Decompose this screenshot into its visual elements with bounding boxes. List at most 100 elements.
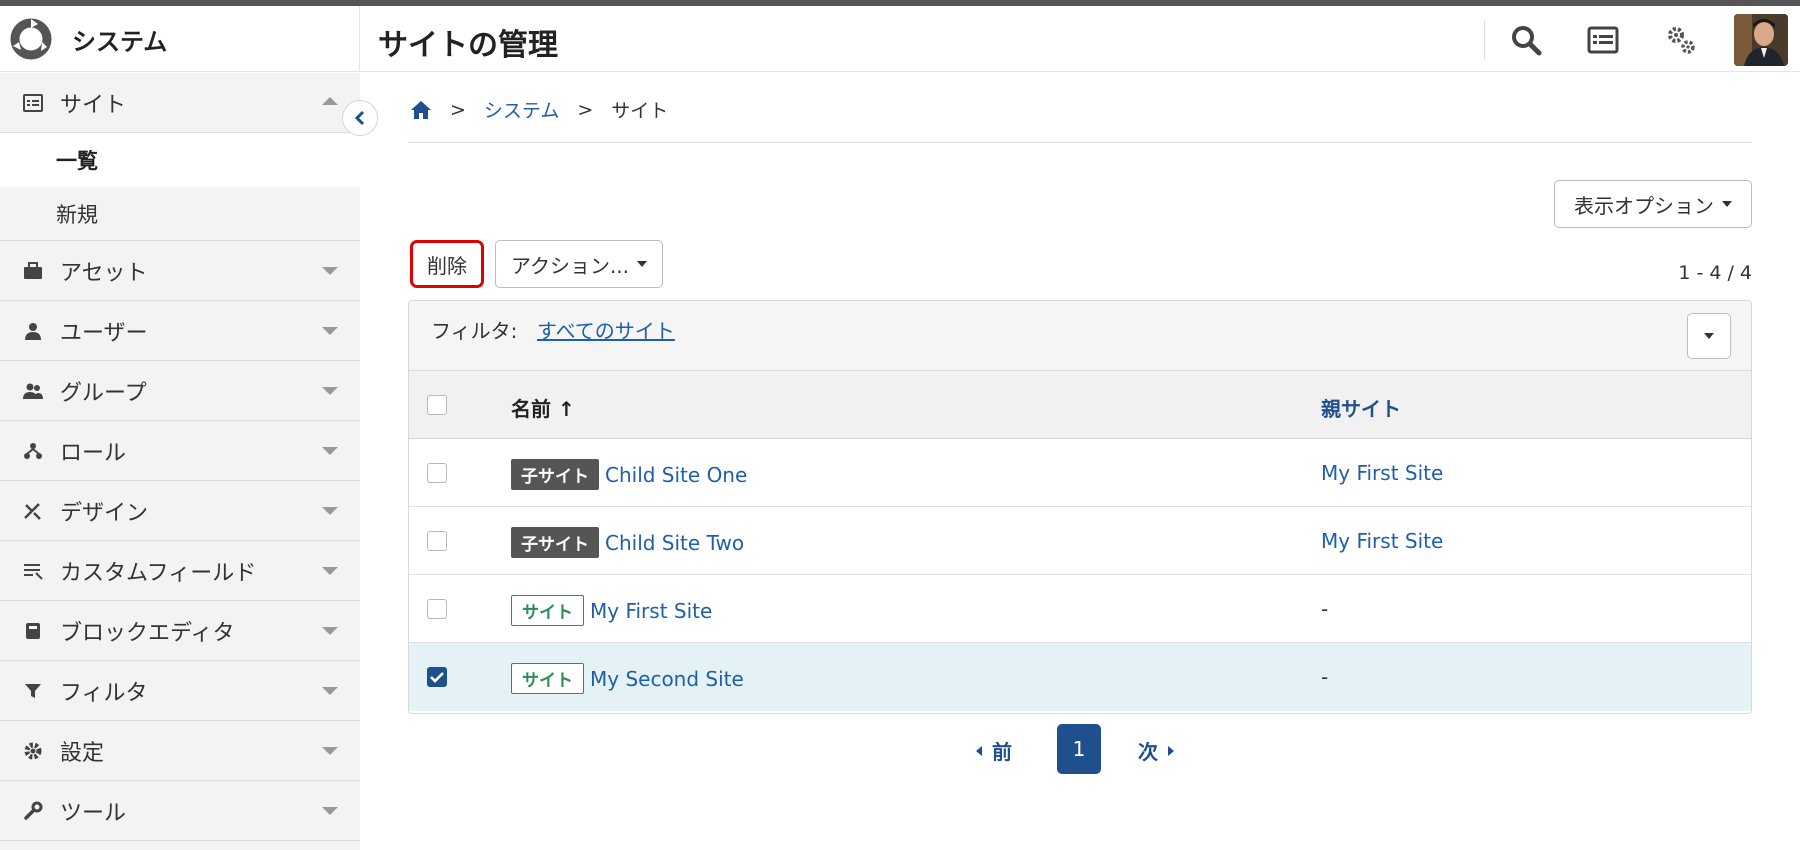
chevron-down-icon (322, 507, 338, 515)
sidebar-item-roles[interactable]: ロール (0, 421, 360, 481)
avatar-image (1734, 14, 1788, 66)
row-checkbox[interactable] (427, 531, 447, 551)
column-header-parent-site[interactable]: 親サイト (1321, 393, 1401, 422)
table-row: 子サイト Child Site Two My First Site (409, 507, 1751, 575)
result-count: 1 - 4 / 4 (1678, 262, 1752, 284)
type-badge: サイト (511, 595, 584, 626)
sidebar-item-label: グループ (60, 380, 147, 406)
chevron-down-icon (322, 447, 338, 455)
breadcrumb-divider (408, 142, 1752, 143)
table-row: サイト My First Site - (409, 575, 1751, 643)
block-editor-icon (22, 620, 44, 642)
settings-button[interactable] (1663, 22, 1699, 58)
site-name-link[interactable]: My First Site (590, 599, 712, 623)
table-row: 子サイト Child Site One My First Site (409, 439, 1751, 507)
sidebar-item-design[interactable]: デザイン (0, 481, 360, 541)
sidebar-item-site[interactable]: サイト (0, 73, 360, 133)
sidebar-item-block-editor[interactable]: ブロックエディタ (0, 601, 360, 661)
row-checkbox[interactable] (427, 463, 447, 483)
row-checkbox[interactable] (427, 667, 447, 687)
brand[interactable]: システム (0, 6, 360, 72)
app-name: システム (72, 27, 168, 56)
display-options-button[interactable]: 表示オプション (1554, 180, 1752, 228)
filter-bar: フィルタ: すべてのサイト (409, 301, 1751, 371)
chevron-down-icon (322, 267, 338, 275)
checkmark-icon (430, 672, 444, 683)
sidebar-item-label: ロール (60, 440, 127, 466)
parent-site-value: - (1321, 597, 1329, 621)
caret-left-icon (976, 745, 982, 756)
caret-down-icon (637, 261, 648, 267)
sidebar-item-label: アセット (60, 260, 148, 286)
row-checkbox[interactable] (427, 599, 447, 619)
sites-table: フィルタ: すべてのサイト 名前 ↑ 親サイト 子サイト Child Site … (408, 300, 1752, 714)
chevron-down-icon (322, 327, 338, 335)
site-name-link[interactable]: Child Site One (605, 463, 747, 487)
sidebar-item-label: カスタムフィールド (60, 560, 257, 586)
filter-icon (22, 680, 44, 702)
prev-page-button[interactable]: 前 (976, 736, 1012, 765)
breadcrumb-separator: > (450, 98, 466, 121)
user-icon (22, 320, 44, 342)
filter-value-link[interactable]: すべてのサイト (537, 315, 675, 344)
chevron-down-icon (322, 387, 338, 395)
chevron-down-icon (322, 567, 338, 575)
sidebar-item-label: フィルタ (60, 680, 148, 706)
chevron-left-icon (354, 110, 365, 126)
search-icon (1512, 26, 1542, 56)
type-badge: 子サイト (511, 527, 599, 558)
sidebar-item-label: ユーザー (60, 320, 148, 346)
home-icon[interactable] (410, 100, 432, 120)
custom-field-icon (22, 560, 44, 582)
chevron-down-icon (322, 687, 338, 695)
select-all-checkbox[interactable] (427, 395, 447, 415)
next-page-button[interactable]: 次 (1138, 736, 1174, 765)
gears-icon (1668, 27, 1695, 54)
pagination: 前 1 次 (0, 724, 1800, 776)
breadcrumb-system-link[interactable]: システム (484, 96, 559, 123)
page-title: サイトの管理 (378, 28, 558, 63)
site-name-link[interactable]: Child Site Two (605, 531, 744, 555)
parent-site-value: - (1321, 665, 1329, 689)
breadcrumb-separator: > (577, 98, 594, 121)
sidebar-item-label: サイト (60, 92, 127, 118)
site-list-button[interactable] (1585, 22, 1621, 58)
chevron-down-icon (322, 627, 338, 635)
column-header-name[interactable]: 名前 ↑ (511, 393, 575, 422)
site-name-link[interactable]: My Second Site (590, 667, 744, 691)
actions-label: アクション... (510, 253, 630, 278)
caret-down-icon (1704, 333, 1714, 339)
type-badge: 子サイト (511, 459, 599, 490)
breadcrumb: > システム > サイト (410, 96, 668, 123)
header-divider (1484, 20, 1485, 60)
user-avatar[interactable] (1734, 14, 1788, 66)
parent-site-link[interactable]: My First Site (1321, 461, 1443, 485)
sidebar-subitem-list[interactable]: 一覧 (0, 133, 360, 187)
actions-dropdown[interactable]: アクション... (495, 240, 663, 288)
sidebar-collapse-button[interactable] (342, 100, 378, 136)
filter-dropdown-button[interactable] (1687, 313, 1731, 359)
chevron-down-icon (322, 807, 338, 815)
breadcrumb-current: サイト (611, 100, 669, 122)
app-logo-icon (10, 18, 52, 60)
wrench-icon (22, 800, 44, 822)
sidebar-item-tools[interactable]: ツール (0, 781, 360, 841)
sidebar-item-groups[interactable]: グループ (0, 361, 360, 421)
sidebar-item-users[interactable]: ユーザー (0, 301, 360, 361)
filter-label: フィルタ: (431, 319, 518, 343)
header: システム サイトの管理 (0, 6, 1800, 72)
list-icon (1587, 26, 1619, 54)
search-button[interactable] (1508, 22, 1544, 58)
parent-site-link[interactable]: My First Site (1321, 529, 1443, 553)
sidebar-item-custom-fields[interactable]: カスタムフィールド (0, 541, 360, 601)
sidebar-item-filters[interactable]: フィルタ (0, 661, 360, 721)
display-options-label: 表示オプション (1574, 193, 1714, 218)
group-icon (22, 380, 44, 402)
sidebar-item-label: ツール (60, 800, 127, 826)
sidebar-subitem-new[interactable]: 新規 (0, 187, 360, 241)
sidebar-item-assets[interactable]: アセット (0, 241, 360, 301)
table-header: 名前 ↑ 親サイト (409, 371, 1751, 439)
current-page[interactable]: 1 (1057, 724, 1101, 774)
delete-button[interactable]: 削除 (410, 240, 484, 288)
table-row: サイト My Second Site - (409, 643, 1751, 711)
